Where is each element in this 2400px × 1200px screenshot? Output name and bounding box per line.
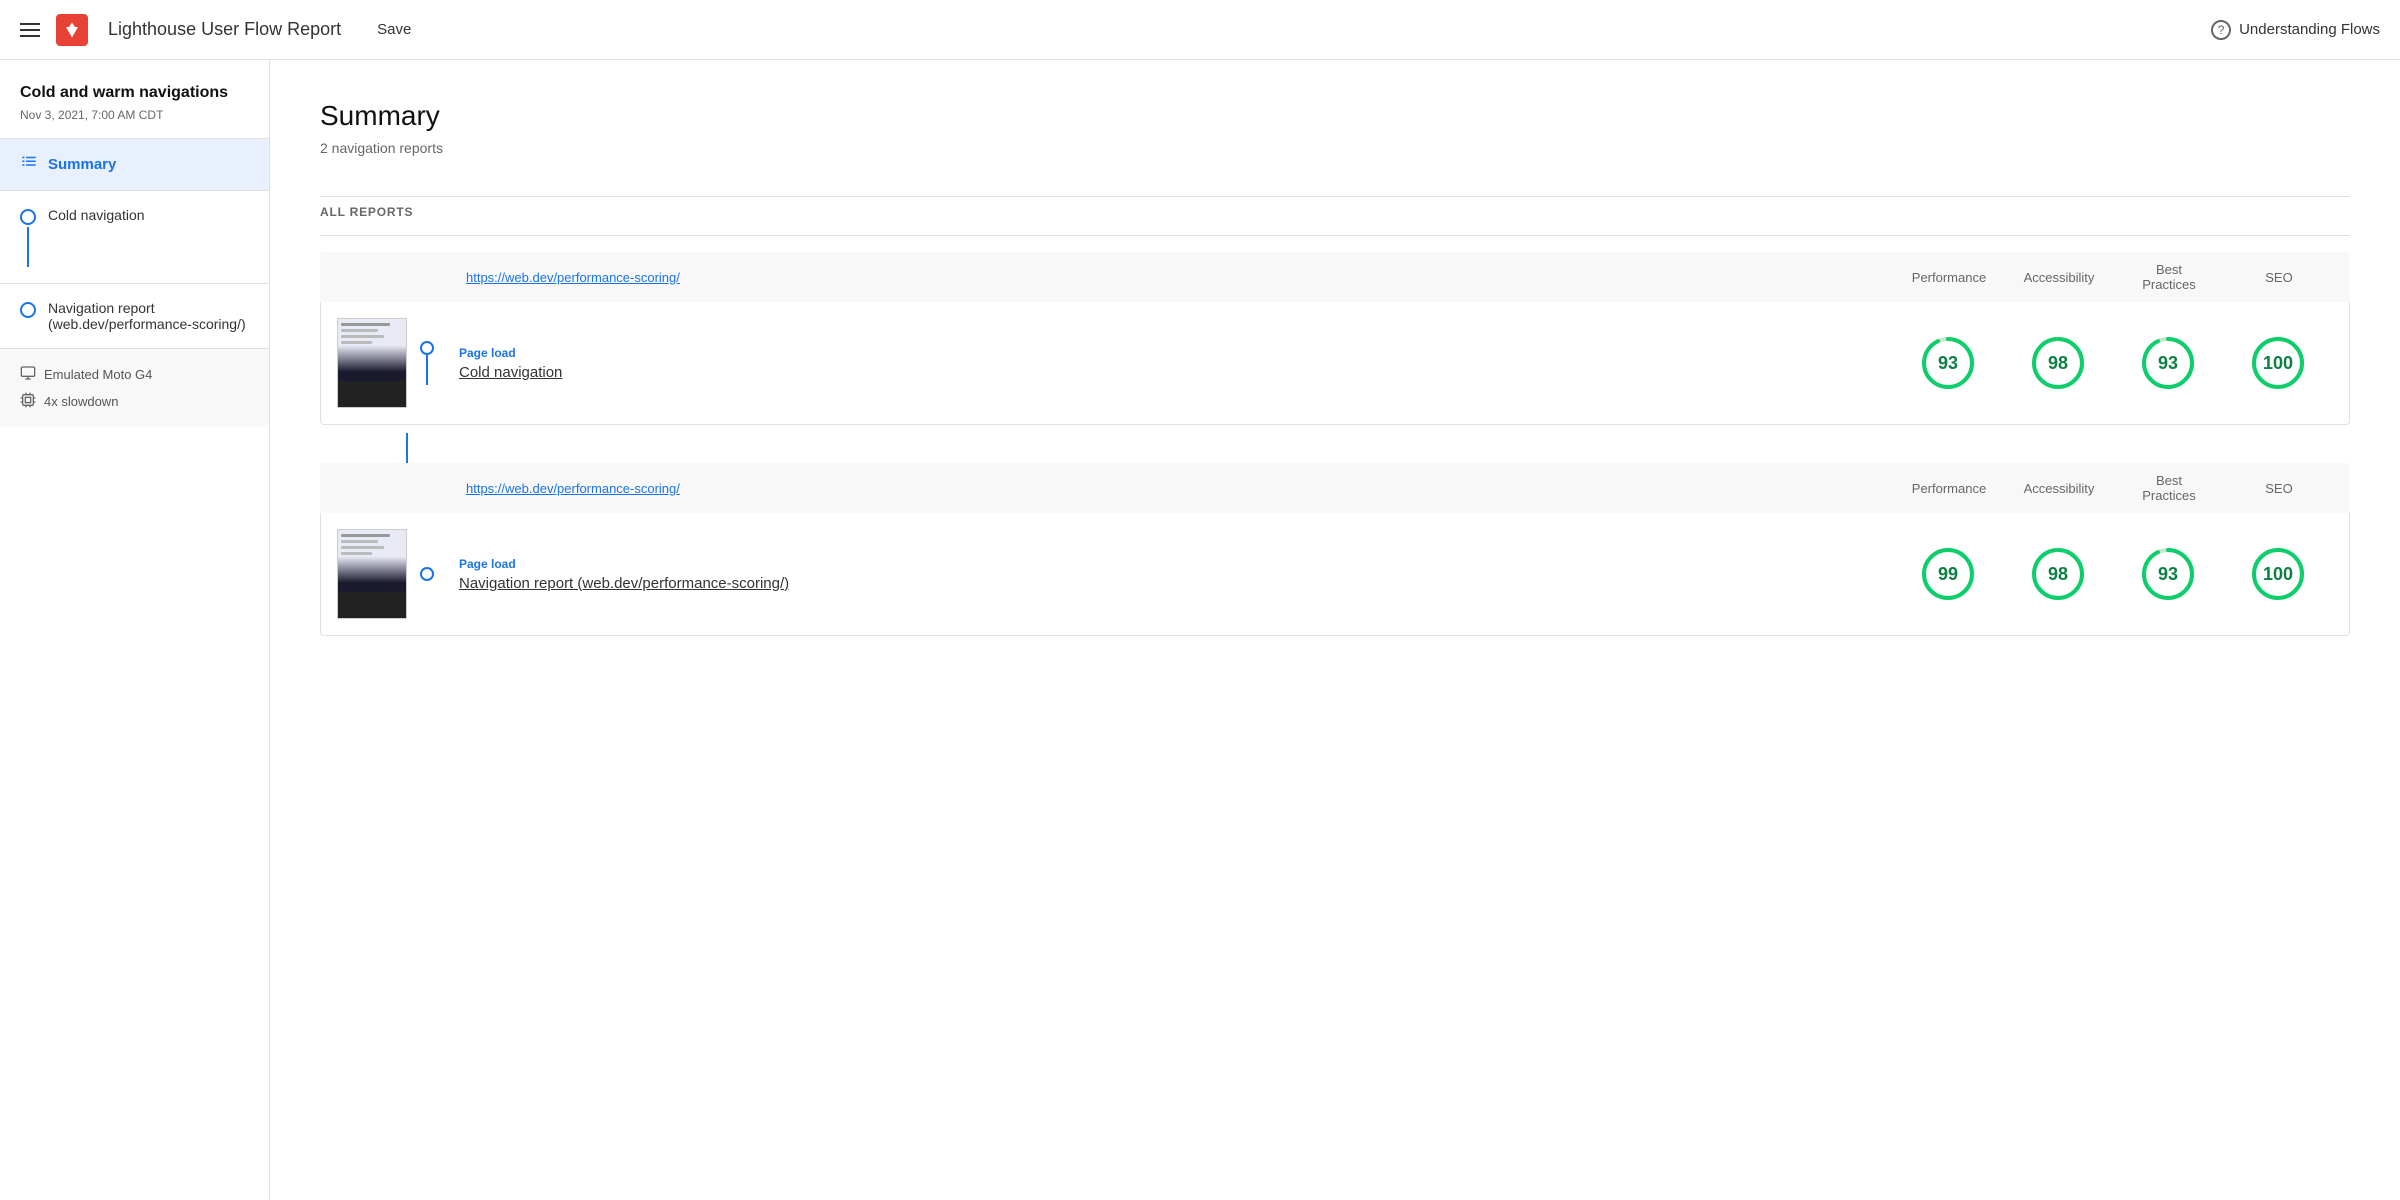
scores-row-1: 93 98 xyxy=(1893,335,2333,391)
sidebar-item-summary[interactable]: Summary xyxy=(0,139,269,191)
app-header: Lighthouse User Flow Report Save ? Under… xyxy=(0,0,2400,60)
summary-section: Summary 2 navigation reports xyxy=(320,100,2350,156)
scores-row-2: 99 98 xyxy=(1893,546,2333,602)
score-value-seo-2: 100 xyxy=(2263,564,2293,585)
hamburger-icon[interactable] xyxy=(20,23,40,37)
reports-section: ALL REPORTS https://web.dev/performance-… xyxy=(320,205,2350,636)
between-line xyxy=(406,433,408,463)
nav-item-label-2: Navigation report(web.dev/performance-sc… xyxy=(48,300,246,332)
reports-divider xyxy=(320,235,2350,236)
score-value-perf-1: 93 xyxy=(1938,353,1958,374)
report-card-1: https://web.dev/performance-scoring/ Per… xyxy=(320,252,2350,425)
report-url-2[interactable]: https://web.dev/performance-scoring/ xyxy=(466,481,1894,496)
report-info-1: Page load Cold navigation xyxy=(447,346,1893,381)
summary-label: Summary xyxy=(48,156,116,173)
report-info-2: Page load Navigation report (web.dev/per… xyxy=(447,557,1893,592)
score-value-bp-1: 93 xyxy=(2158,353,2178,374)
save-button[interactable]: Save xyxy=(377,21,411,38)
nav-item-label-1: Cold navigation xyxy=(48,207,145,223)
col-accessibility-2: Accessibility xyxy=(2004,481,2114,496)
list-icon xyxy=(20,153,38,176)
between-connector xyxy=(320,433,2350,463)
col-accessibility-1: Accessibility xyxy=(2004,270,2114,285)
score-value-acc-2: 98 xyxy=(2048,564,2068,585)
report-url-1[interactable]: https://web.dev/performance-scoring/ xyxy=(466,270,1894,285)
score-bestpractices-2: 93 xyxy=(2113,546,2223,602)
score-performance-1: 93 xyxy=(1893,335,2003,391)
score-accessibility-2: 98 xyxy=(2003,546,2113,602)
timeline-dot-1 xyxy=(420,341,434,355)
score-circle-perf-1: 93 xyxy=(1920,335,1976,391)
timeline-connector-1 xyxy=(407,341,447,385)
report-header-1: https://web.dev/performance-scoring/ Per… xyxy=(320,252,2350,302)
report-body-1: Page load Cold navigation 93 xyxy=(320,302,2350,425)
page-load-label-2: Page load xyxy=(459,557,1881,571)
report-name-1[interactable]: Cold navigation xyxy=(459,364,1881,381)
score-bestpractices-1: 93 xyxy=(2113,335,2223,391)
nav-circle-2 xyxy=(20,302,36,318)
score-circle-seo-1: 100 xyxy=(2250,335,2306,391)
report-header-2: https://web.dev/performance-scoring/ Per… xyxy=(320,463,2350,513)
header-left: Lighthouse User Flow Report Save xyxy=(20,14,411,46)
report-thumbnail-2 xyxy=(337,529,407,619)
report-card-2: https://web.dev/performance-scoring/ Per… xyxy=(320,463,2350,636)
section-divider xyxy=(320,196,2350,197)
score-value-bp-2: 93 xyxy=(2158,564,2178,585)
meta-slowdown: 4x slowdown xyxy=(20,392,249,411)
col-performance-2: Performance xyxy=(1894,481,2004,496)
col-best-practices-2: BestPractices xyxy=(2114,473,2224,503)
project-date: Nov 3, 2021, 7:00 AM CDT xyxy=(20,108,249,122)
score-circle-bp-2: 93 xyxy=(2140,546,2196,602)
score-circle-seo-2: 100 xyxy=(2250,546,2306,602)
app-layout: Cold and warm navigations Nov 3, 2021, 7… xyxy=(0,60,2400,1200)
score-circle-acc-2: 98 xyxy=(2030,546,2086,602)
sidebar-item-cold-navigation[interactable]: Cold navigation xyxy=(0,191,269,284)
col-best-practices-1: BestPractices xyxy=(2114,262,2224,292)
score-circle-acc-1: 98 xyxy=(2030,335,2086,391)
score-seo-2: 100 xyxy=(2223,546,2333,602)
summary-subtitle: 2 navigation reports xyxy=(320,140,2350,156)
report-thumbnail-1 xyxy=(337,318,407,408)
score-circle-perf-2: 99 xyxy=(1920,546,1976,602)
timeline-dot-2 xyxy=(420,567,434,581)
score-accessibility-1: 98 xyxy=(2003,335,2113,391)
timeline-line-1 xyxy=(426,355,428,385)
all-reports-label: ALL REPORTS xyxy=(320,205,2350,219)
meta-device: Emulated Moto G4 xyxy=(20,365,249,384)
main-content: Summary 2 navigation reports ALL REPORTS… xyxy=(270,60,2400,1200)
sidebar-item-nav-report[interactable]: Navigation report(web.dev/performance-sc… xyxy=(0,284,269,349)
col-performance-1: Performance xyxy=(1894,270,2004,285)
report-name-2[interactable]: Navigation report (web.dev/performance-s… xyxy=(459,575,1881,592)
summary-title: Summary xyxy=(320,100,2350,132)
help-circle-icon: ? xyxy=(2211,20,2231,40)
score-seo-1: 100 xyxy=(2223,335,2333,391)
device-label: Emulated Moto G4 xyxy=(44,367,152,382)
report-body-2: Page load Navigation report (web.dev/per… xyxy=(320,513,2350,636)
col-seo-1: SEO xyxy=(2224,270,2334,285)
nav-circle-1 xyxy=(20,209,36,225)
sidebar-meta: Emulated Moto G4 4x slowdown xyxy=(0,349,269,427)
sidebar-project: Cold and warm navigations Nov 3, 2021, 7… xyxy=(0,60,269,139)
timeline-connector-2 xyxy=(407,567,447,581)
app-title: Lighthouse User Flow Report xyxy=(108,19,341,40)
cpu-icon xyxy=(20,392,36,411)
monitor-icon xyxy=(20,365,36,384)
sidebar: Cold and warm navigations Nov 3, 2021, 7… xyxy=(0,60,270,1200)
score-value-perf-2: 99 xyxy=(1938,564,1958,585)
page-load-label-1: Page load xyxy=(459,346,1881,360)
understanding-flows-label: Understanding Flows xyxy=(2239,21,2380,38)
score-value-acc-1: 98 xyxy=(2048,353,2068,374)
score-performance-2: 99 xyxy=(1893,546,2003,602)
project-name: Cold and warm navigations xyxy=(20,84,249,102)
thumb-image-1 xyxy=(338,319,406,407)
sidebar-nav: Cold navigation Navigation report(web.de… xyxy=(0,191,269,349)
score-value-seo-1: 100 xyxy=(2263,353,2293,374)
understanding-flows-link[interactable]: ? Understanding Flows xyxy=(2211,20,2380,40)
score-circle-bp-1: 93 xyxy=(2140,335,2196,391)
lighthouse-icon xyxy=(56,14,88,46)
thumb-image-2 xyxy=(338,530,406,618)
col-seo-2: SEO xyxy=(2224,481,2334,496)
slowdown-label: 4x slowdown xyxy=(44,394,118,409)
